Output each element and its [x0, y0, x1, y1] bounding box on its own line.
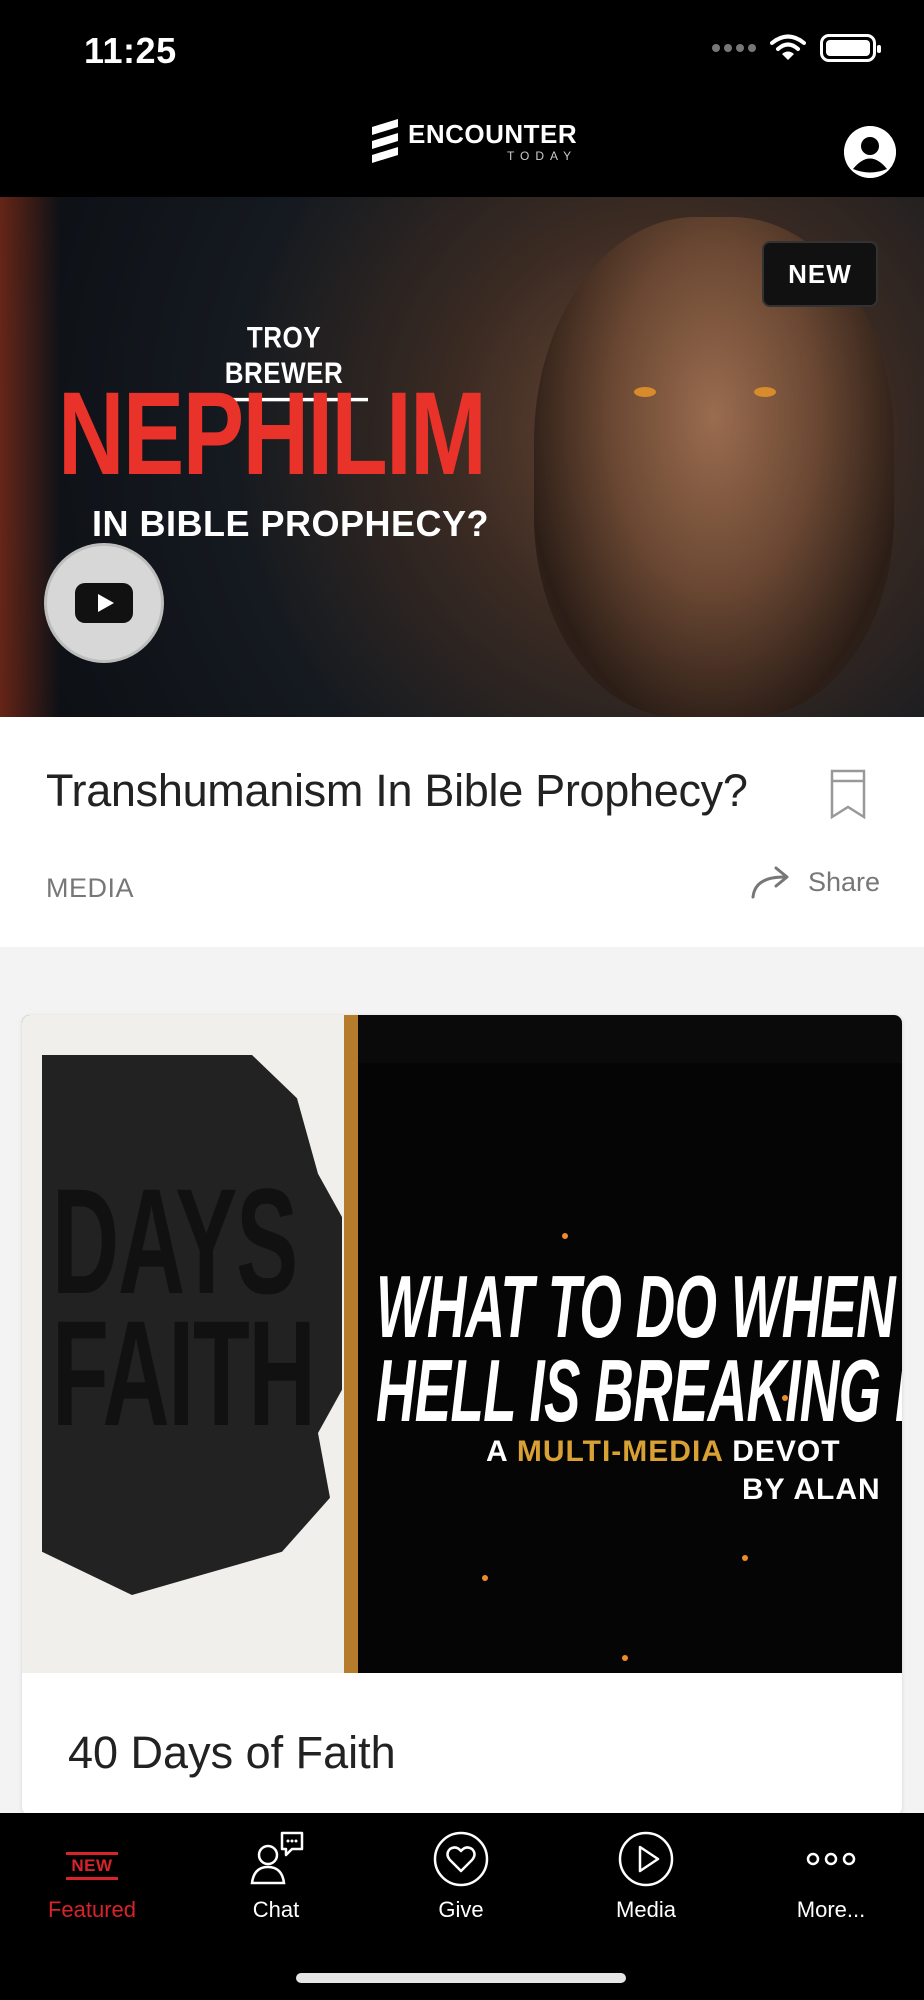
- tab-label: Give: [438, 1897, 484, 1922]
- tab-give[interactable]: Give: [381, 1829, 541, 1939]
- wifi-icon: [770, 34, 806, 60]
- tab-media[interactable]: Media: [566, 1829, 726, 1939]
- hero-subtitle: IN BIBLE PROPHECY?: [92, 503, 490, 544]
- tab-label: Media: [616, 1897, 676, 1922]
- content-card[interactable]: DAYS FAITH WHAT TO DO WHEN A HELL IS BRE…: [22, 1015, 902, 1815]
- tagline-prefix: A: [486, 1435, 517, 1468]
- play-video-button[interactable]: [44, 543, 164, 663]
- card-image-line: DAYS: [52, 1157, 298, 1325]
- tab-featured[interactable]: NEW Featured: [12, 1829, 172, 1939]
- feature-info: Transhumanism In Bible Prophecy? MEDIA S…: [0, 717, 924, 947]
- cellular-signal-icon: [712, 44, 756, 52]
- tagline-suffix: DEVOT: [722, 1435, 841, 1468]
- card-headline-line: WHAT TO DO WHEN A: [376, 1257, 902, 1356]
- logo-text: ENCOUNTER: [408, 119, 578, 149]
- card-image-line: FAITH: [52, 1289, 316, 1457]
- app-logo[interactable]: ENCOUNTER TODAY: [368, 117, 577, 167]
- status-time: 11:25: [84, 30, 177, 71]
- feature-category: MEDIA: [46, 873, 135, 903]
- feature-title[interactable]: Transhumanism In Bible Prophecy?: [46, 765, 748, 817]
- card-divider: [344, 1015, 358, 1673]
- new-badge-icon: NEW: [62, 1829, 122, 1889]
- new-badge: NEW: [762, 241, 878, 307]
- tab-label: Chat: [252, 1897, 300, 1922]
- tagline-highlight: MULTI-MEDIA: [516, 1435, 723, 1468]
- hero-title: NEPHILIM: [58, 368, 487, 500]
- card-image-headline: WHAT TO DO WHEN A HELL IS BREAKING LO: [376, 1257, 902, 1440]
- card-image-tagline: A MULTI-MEDIA DEVOT: [486, 1435, 841, 1469]
- card-image-left-text: DAYS FAITH: [52, 1157, 316, 1457]
- tab-chat[interactable]: Chat: [196, 1829, 356, 1939]
- hero-banner[interactable]: TROY BREWER NEPHILIM IN BIBLE PROPHECY? …: [0, 197, 924, 717]
- heart-circle-icon: [431, 1829, 491, 1889]
- more-dots-icon: [801, 1829, 861, 1889]
- card-headline-line: HELL IS BREAKING LO: [376, 1340, 902, 1440]
- new-badge-text: NEW: [66, 1852, 118, 1880]
- youtube-play-icon: [75, 583, 133, 623]
- play-circle-icon: [616, 1829, 676, 1889]
- status-bar: 11:25: [0, 0, 924, 100]
- logo-mark-icon: [372, 119, 398, 163]
- tab-more[interactable]: More...: [751, 1829, 911, 1939]
- tab-label: More...: [796, 1897, 866, 1922]
- share-arrow-icon: [751, 866, 789, 899]
- profile-icon: [844, 126, 896, 178]
- home-indicator: [296, 1973, 626, 1983]
- card-title[interactable]: 40 Days of Faith: [68, 1727, 396, 1779]
- chat-person-icon: [246, 1829, 306, 1889]
- share-button[interactable]: Share: [750, 865, 880, 899]
- card-image: DAYS FAITH WHAT TO DO WHEN A HELL IS BRE…: [22, 1015, 902, 1673]
- app-header: ENCOUNTER TODAY: [0, 100, 924, 197]
- battery-icon: [820, 34, 881, 62]
- hero-glow: [0, 197, 60, 717]
- bookmark-icon[interactable]: [830, 769, 866, 819]
- share-label: Share: [808, 866, 881, 897]
- card-image-byline: BY ALAN: [742, 1473, 881, 1506]
- logo-subtext: TODAY: [506, 149, 578, 163]
- profile-button[interactable]: [844, 126, 896, 178]
- status-icons: [712, 34, 881, 62]
- tab-label: Featured: [47, 1897, 137, 1922]
- tab-bar: NEW Featured Chat Give Media More...: [0, 1813, 924, 2000]
